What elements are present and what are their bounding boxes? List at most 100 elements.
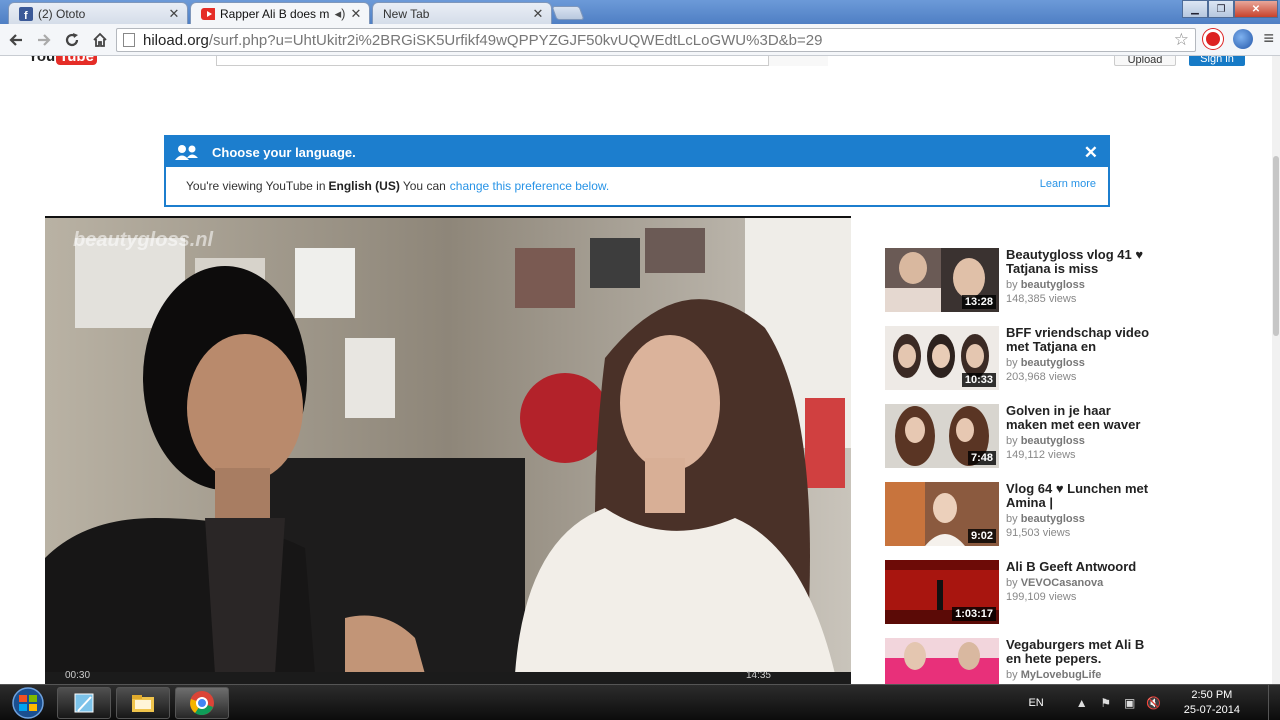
upload-button[interactable]: Upload <box>1114 56 1176 66</box>
tab-new-tab[interactable]: New Tab ✕ <box>372 2 552 24</box>
view-count: 148,385 views <box>1006 293 1077 305</box>
video-thumbnail[interactable]: 7:48 <box>885 404 999 468</box>
video-title[interactable]: BFF vriendschap video met Tatjana en <box>1006 326 1151 354</box>
close-icon[interactable]: ✕ <box>1084 143 1098 163</box>
video-thumbnail[interactable] <box>885 638 999 684</box>
facebook-icon: f <box>19 6 33 21</box>
video-thumbnail[interactable]: 9:02 <box>885 482 999 546</box>
show-desktop-button[interactable] <box>1268 685 1280 720</box>
channel-name[interactable]: beautygloss <box>1021 357 1085 369</box>
reload-icon[interactable] <box>58 26 86 54</box>
view-count: 199,109 views <box>1006 591 1077 603</box>
language-banner-header: Choose your language. ✕ <box>166 137 1108 167</box>
notepad-icon <box>74 693 94 713</box>
menu-icon[interactable]: ≡ <box>1263 28 1274 49</box>
clock-date: 25-07-2014 <box>1183 704 1240 716</box>
address-bar[interactable]: hiload.org/surf.php?u=UhtUkitr2i%2BRGiSK… <box>116 28 1196 52</box>
learn-more-link[interactable]: Learn more <box>1040 178 1096 190</box>
taskbar-explorer-pinned[interactable] <box>57 687 111 719</box>
chrome-icon <box>190 691 214 716</box>
people-icon <box>175 145 198 160</box>
opera-extension-icon[interactable] <box>1203 28 1224 49</box>
related-video[interactable]: 13:28 Beautygloss vlog 41 ♥ Tatjana is m… <box>885 248 1155 314</box>
volume-muted-icon[interactable]: 🔇 <box>1146 695 1162 711</box>
video-title[interactable]: Beautygloss vlog 41 ♥ Tatjana is miss <box>1006 248 1151 276</box>
channel-name[interactable]: beautygloss <box>1021 513 1085 525</box>
forward-icon[interactable] <box>30 26 58 54</box>
video-player[interactable]: beautygloss.nl <box>45 216 851 672</box>
related-video[interactable]: 1:03:17 Ali B Geeft Antwoord by VEVOCasa… <box>885 560 1155 626</box>
start-button[interactable] <box>4 687 44 719</box>
tab-close-icon[interactable]: ✕ <box>531 6 545 22</box>
tab-title: Rapper Ali B does m <box>220 6 330 21</box>
video-duration: 1:03:17 <box>952 607 996 621</box>
tab-close-icon[interactable]: ✕ <box>349 6 363 22</box>
restore-button[interactable]: ❐ <box>1208 0 1234 18</box>
change-preference-link[interactable]: change this preference below. <box>450 179 609 193</box>
language-banner-body: You're viewing YouTube in English (US) Y… <box>186 178 1096 193</box>
related-video[interactable]: 7:48 Golven in je haar maken met een wav… <box>885 404 1155 470</box>
video-title[interactable]: Vlog 64 ♥ Lunchen met Amina | <box>1006 482 1151 510</box>
clock[interactable]: 2:50 PM 25-07-2014 <box>1184 688 1240 718</box>
video-channel-line: by MyLovebugLife <box>1006 669 1102 681</box>
channel-name[interactable]: beautygloss <box>1021 435 1085 447</box>
scrollbar-thumb[interactable] <box>1273 156 1279 336</box>
current-language: English (US) <box>328 179 400 193</box>
tab-rapper-ali-b[interactable]: Rapper Ali B does m ◂) ✕ <box>190 2 370 24</box>
bookmark-star-icon[interactable]: ☆ <box>1174 30 1189 50</box>
channel-name[interactable]: beautygloss <box>1021 279 1085 291</box>
view-count: 149,112 views <box>1006 449 1076 461</box>
tab-ototo[interactable]: f (2) Ototo ✕ <box>8 2 188 24</box>
channel-name[interactable]: MyLovebugLife <box>1021 669 1102 681</box>
video-thumbnail[interactable]: 1:03:17 <box>885 560 999 624</box>
youtube-logo[interactable]: You Tube <box>28 56 97 65</box>
tab-close-icon[interactable]: ✕ <box>167 6 181 22</box>
video-duration: 7:48 <box>967 451 996 465</box>
view-count: 91,503 views <box>1006 527 1071 539</box>
network-icon[interactable]: ▣ <box>1122 695 1138 711</box>
sign-in-button[interactable]: Sign in <box>1189 56 1245 66</box>
tab-title: (2) Ototo <box>38 6 86 21</box>
minimize-button[interactable]: ▁ <box>1182 0 1208 18</box>
globe-extension-icon[interactable] <box>1233 28 1254 49</box>
taskbar-file-explorer[interactable] <box>116 687 170 719</box>
svg-text:beautygloss.nl: beautygloss.nl <box>73 229 213 251</box>
language-banner: Choose your language. ✕ You're viewing Y… <box>164 135 1110 207</box>
youtube-header: You Tube Upload Sign in <box>0 56 1280 70</box>
page-icon <box>123 33 135 47</box>
input-language[interactable]: EN <box>1028 697 1043 709</box>
video-channel-line: by beautygloss <box>1006 435 1085 447</box>
video-title[interactable]: Vegaburgers met Ali B en hete pepers. <box>1006 638 1151 666</box>
folder-icon <box>132 695 154 712</box>
language-banner-heading: Choose your language. <box>212 144 356 160</box>
duration: 14:35 <box>745 670 771 681</box>
channel-name[interactable]: VEVOCasanova <box>1021 577 1104 589</box>
new-tab-button[interactable] <box>551 6 585 20</box>
search-input[interactable] <box>216 56 828 66</box>
related-video[interactable]: 9:02 Vlog 64 ♥ Lunchen met Amina | by be… <box>885 482 1155 548</box>
action-center-flag-icon[interactable]: ⚑ <box>1098 695 1114 711</box>
clock-time: 2:50 PM <box>1191 689 1233 701</box>
video-frame: beautygloss.nl <box>45 218 851 672</box>
svg-text:f: f <box>24 10 28 21</box>
close-window-button[interactable]: ✕ <box>1234 0 1278 18</box>
page-scrollbar[interactable] <box>1272 56 1280 684</box>
back-icon[interactable] <box>2 26 30 54</box>
view-count: 203,968 views <box>1006 371 1077 383</box>
browser-toolbar: hiload.org/surf.php?u=UhtUkitr2i%2BRGiSK… <box>0 24 1280 56</box>
related-video[interactable]: 10:33 BFF vriendschap video met Tatjana … <box>885 326 1155 392</box>
video-title[interactable]: Golven in je haar maken met een waver <box>1006 404 1151 432</box>
video-title[interactable]: Ali B Geeft Antwoord <box>1006 560 1151 574</box>
video-duration: 10:33 <box>961 373 996 387</box>
browser-tab-strip: f (2) Ototo ✕ Rapper Ali B does m ◂) ✕ N… <box>0 0 1280 24</box>
show-hidden-icons-icon[interactable]: ▲ <box>1074 695 1090 711</box>
player-controls[interactable]: 00:30 14:35 <box>45 670 851 684</box>
video-thumbnail[interactable]: 13:28 <box>885 248 999 312</box>
home-icon[interactable] <box>86 26 114 54</box>
video-channel-line: by beautygloss <box>1006 279 1085 291</box>
video-thumbnail[interactable]: 10:33 <box>885 326 999 390</box>
taskbar-chrome[interactable] <box>175 687 229 719</box>
current-time: 00:30 <box>65 670 91 681</box>
video-channel-line: by VEVOCasanova <box>1006 577 1104 589</box>
search-button[interactable] <box>768 56 828 66</box>
